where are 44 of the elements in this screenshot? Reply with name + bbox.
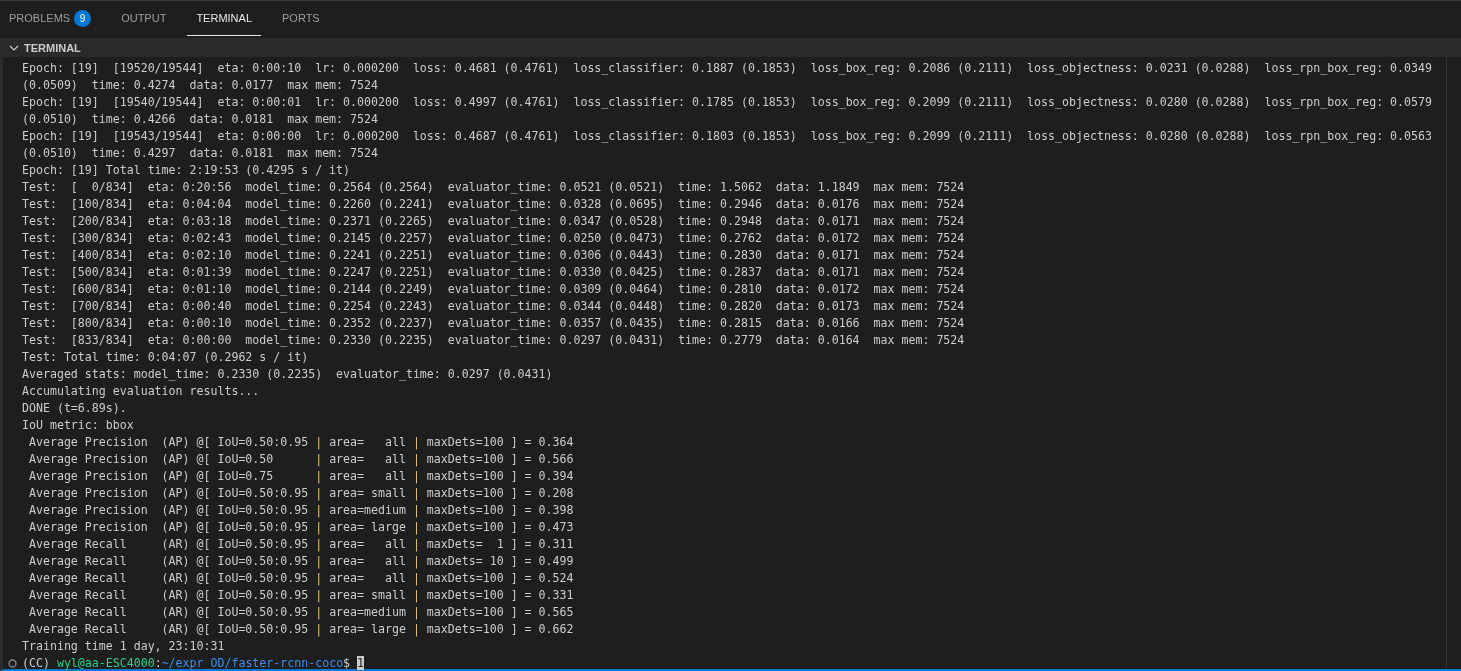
terminal-line: Test: [600/834] eta: 0:01:10 model_time: 0.2144 (0.2249) evaluator_time: 0.0309 (0.0464) time: 0.2810 data: 0.0172 max mem: 7524 bbox=[22, 281, 966, 298]
terminal-line: Test: Total time: 0:04:07 (0.2962 s / it) bbox=[22, 349, 310, 366]
terminal-line: Average Recall (AR) @[ IoU=0.50:0.95 | area= all | maxDets= 10 ] = 0.499 bbox=[27, 553, 575, 570]
panel-tab[interactable]: OUTPUT bbox=[112, 1, 176, 36]
terminal-line: Epoch: [19] [19540/19544] eta: 0:00:01 lr: 0.000200 loss: 0.4997 (0.4761) loss_classifier: 0.1785 (0.1853) loss_box_reg: 0.2099 (0.2111) loss_objectness: 0.0280 (0.0288) loss_rpn_box_reg: 0.0579 bbox=[22, 94, 1433, 111]
terminal-line: Average Recall (AR) @[ IoU=0.50:0.95 | area= large | maxDets=100 ] = 0.662 bbox=[27, 621, 575, 638]
terminal-line: Test: [700/834] eta: 0:00:40 model_time: 0.2254 (0.2243) evaluator_time: 0.0344 (0.0448) time: 0.2820 data: 0.0173 max mem: 7524 bbox=[22, 298, 966, 315]
terminal-line: Test: [ 0/834] eta: 0:20:56 model_time: 0.2564 (0.2564) evaluator_time: 0.0521 (0.0521) time: 1.5062 data: 1.1849 max mem: 7524 bbox=[22, 179, 966, 196]
terminal-line: Test: [200/834] eta: 0:03:18 model_time: 0.2371 (0.2265) evaluator_time: 0.0347 (0.0528) time: 0.2948 data: 0.0171 max mem: 7524 bbox=[22, 213, 966, 230]
terminal-line: Average Recall (AR) @[ IoU=0.50:0.95 | area= all | maxDets= 1 ] = 0.311 bbox=[27, 536, 575, 553]
terminal-line: Average Precision (AP) @[ IoU=0.50:0.95 | area=medium | maxDets=100 ] = 0.398 bbox=[27, 502, 575, 519]
terminal-line: Test: [300/834] eta: 0:02:43 model_time: 0.2145 (0.2257) evaluator_time: 0.0250 (0.0473) time: 0.2762 data: 0.0172 max mem: 7524 bbox=[22, 230, 966, 247]
terminal-line: Average Recall (AR) @[ IoU=0.50:0.95 | area= small | maxDets=100 ] = 0.331 bbox=[27, 587, 575, 604]
panel-tab[interactable]: PORTS bbox=[273, 1, 329, 36]
terminal-line: (0.0510) time: 0.4297 data: 0.0181 max mem: 7524 bbox=[22, 145, 379, 162]
terminal-line: Test: [833/834] eta: 0:00:00 model_time: 0.2330 (0.2235) evaluator_time: 0.0297 (0.0431) time: 0.2779 data: 0.0164 max mem: 7524 bbox=[22, 332, 966, 349]
section-title: TERMINAL bbox=[24, 42, 81, 54]
terminal-line: Average Precision (AP) @[ IoU=0.75 | area= all | maxDets=100 ] = 0.394 bbox=[27, 468, 575, 485]
terminal-line: Accumulating evaluation results... bbox=[22, 383, 261, 400]
terminal-line: IoU metric: bbox bbox=[22, 417, 135, 434]
terminal-line: Test: [800/834] eta: 0:00:10 model_time: 0.2352 (0.2237) evaluator_time: 0.0357 (0.0435) time: 0.2815 data: 0.0166 max mem: 7524 bbox=[22, 315, 966, 332]
terminal-line: Average Recall (AR) @[ IoU=0.50:0.95 | area= all | maxDets=100 ] = 0.524 bbox=[27, 570, 575, 587]
count-badge: 9 bbox=[74, 9, 92, 27]
terminal-line: Training time 1 day, 23:10:31 bbox=[22, 638, 226, 655]
panel-tab[interactable]: TERMINAL bbox=[187, 1, 261, 36]
terminal-line: Epoch: [19] Total time: 2:19:53 (0.4295 s / it) bbox=[22, 162, 352, 179]
terminal-line: Test: [400/834] eta: 0:02:10 model_time: 0.2241 (0.2251) evaluator_time: 0.0306 (0.0443) time: 0.2830 data: 0.0171 max mem: 7524 bbox=[22, 247, 966, 264]
prompt-line: (CC) wyl@aa-ESC4000:~/expr_OD/faster-rcnn-coco$ 1 bbox=[22, 655, 365, 671]
terminal-line: Epoch: [19] [19543/19544] eta: 0:00:00 lr: 0.000200 loss: 0.4687 (0.4761) loss_classifier: 0.1803 (0.1853) loss_box_reg: 0.2099 (0.2111) loss_objectness: 0.0280 (0.0288) loss_rpn_box_reg: 0.0563 bbox=[22, 128, 1433, 145]
section-header[interactable]: TERMINAL bbox=[0, 38, 1461, 57]
panel-tab[interactable]: PROBLEMS 9 bbox=[0, 1, 101, 36]
terminal-line: Test: [100/834] eta: 0:04:04 model_time: 0.2260 (0.2241) evaluator_time: 0.0328 (0.0695) time: 0.2946 data: 0.0176 max mem: 7524 bbox=[22, 196, 966, 213]
terminal-line: Average Precision (AP) @[ IoU=0.50 | area= all | maxDets=100 ] = 0.566 bbox=[27, 451, 575, 468]
terminal-line: Average Precision (AP) @[ IoU=0.50:0.95 | area= all | maxDets=100 ] = 0.364 bbox=[27, 434, 575, 451]
terminal-line: Epoch: [19] [19520/19544] eta: 0:00:10 lr: 0.000200 loss: 0.4681 (0.4761) loss_classifier: 0.1887 (0.1853) loss_box_reg: 0.2086 (0.2111) loss_objectness: 0.0231 (0.0288) loss_rpn_box_reg: 0.0349 bbox=[22, 60, 1433, 77]
terminal-line: DONE (t=6.89s). bbox=[22, 400, 128, 417]
terminal-line: Averaged stats: model_time: 0.2330 (0.2235) evaluator_time: 0.0297 (0.0431) bbox=[22, 366, 554, 383]
terminal-line: (0.0509) time: 0.4274 data: 0.0177 max mem: 7524 bbox=[22, 77, 379, 94]
terminal-line: (0.0510) time: 0.4266 data: 0.0181 max mem: 7524 bbox=[22, 111, 379, 128]
terminal-line: Average Precision (AP) @[ IoU=0.50:0.95 | area= large | maxDets=100 ] = 0.473 bbox=[27, 519, 575, 536]
circle-icon bbox=[8, 659, 17, 668]
terminal-line: Average Recall (AR) @[ IoU=0.50:0.95 | area=medium | maxDets=100 ] = 0.565 bbox=[27, 604, 575, 621]
terminal-line: Test: [500/834] eta: 0:01:39 model_time: 0.2247 (0.2251) evaluator_time: 0.0330 (0.0425) time: 0.2837 data: 0.0171 max mem: 7524 bbox=[22, 264, 966, 281]
terminal-line: Average Precision (AP) @[ IoU=0.50:0.95 | area= small | maxDets=100 ] = 0.208 bbox=[27, 485, 575, 502]
